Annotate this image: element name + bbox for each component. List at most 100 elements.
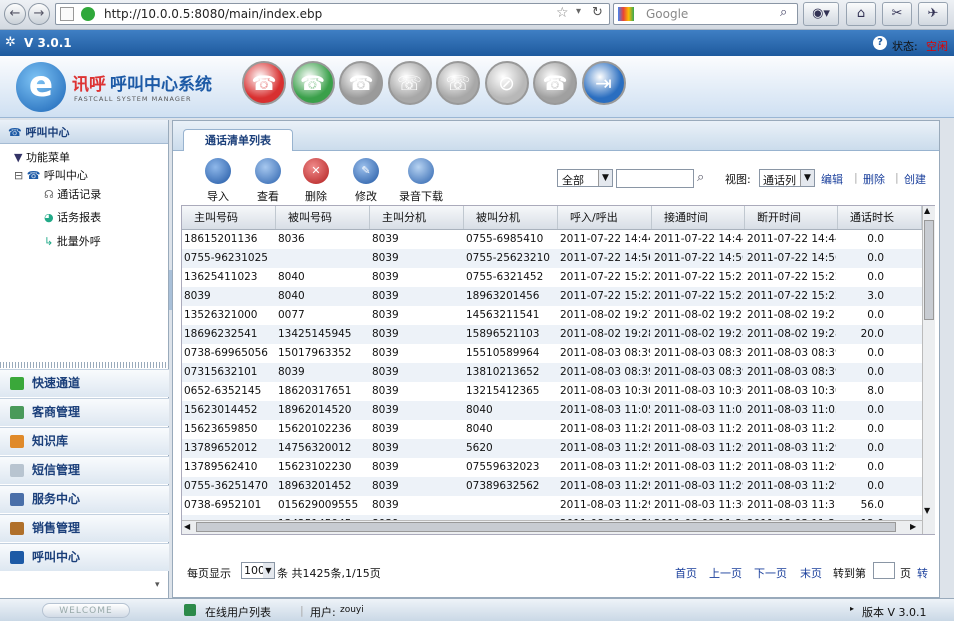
delete-link[interactable]: 删除 [863,171,885,187]
back-button[interactable]: ← [4,3,26,25]
bookmark-star-icon[interactable]: ☆ [556,5,569,21]
search-input[interactable] [616,169,694,188]
table-row[interactable]: 0738-6952101 015629009555 8039 2011-08-03 1… [182,496,922,515]
create-link[interactable]: 创建 [904,171,926,187]
goto-page-input[interactable] [873,562,895,579]
scroll-left-icon[interactable]: ◀ [184,522,190,531]
exit-icon[interactable]: ⇥ [581,61,626,105]
table-cell: 15620102236 [278,423,352,435]
transfer-call-icon[interactable]: ☏ [387,61,432,105]
splitter-handle[interactable] [0,362,169,368]
nav-quick-access[interactable]: 快速通道 [0,369,169,397]
prev-page-link[interactable]: 上一页 [709,565,742,581]
horizontal-scrollbar[interactable]: ◀ ▶ [182,520,922,534]
edit-link[interactable]: 编辑 [821,171,843,187]
edit-button[interactable]: ✎ 修改 [339,158,393,204]
column-header[interactable]: 通话时长 [838,206,922,229]
column-header[interactable]: 主叫分机 [370,206,464,229]
search-field[interactable]: Google ⌕ [613,3,798,25]
table-row[interactable]: 13789652012 14756320012 8039 5620 2011-08-03… [182,439,922,458]
block-call-icon[interactable]: ⊘ [484,61,529,105]
online-users-link[interactable]: 在线用户列表 [205,604,271,620]
nav-call-center[interactable]: 呼叫中心 [0,543,169,571]
dropdown-icon[interactable]: ▾ [576,6,581,17]
first-page-link[interactable]: 首页 [675,565,697,581]
sidebar-more-icon[interactable]: ▾ [155,580,160,590]
forward-button[interactable]: → [28,3,50,25]
column-header[interactable]: 呼入/呼出 [558,206,652,229]
table-row[interactable]: 18696232541 13425145945 8039 15896521103 201… [182,325,922,344]
collapse-icon: ⊟ [14,169,24,182]
tab-call-list[interactable]: 通话清单列表 [183,129,293,151]
search-icon[interactable]: ⌕ [780,5,787,20]
per-page-select[interactable]: 100 ▼ [241,562,275,579]
forward-call-icon[interactable]: ☏ [436,61,480,105]
red-phone-icon[interactable]: ☎ [242,61,286,105]
tree-item-call-report[interactable]: ◕ 话务报表 [44,207,101,229]
scroll-down-icon[interactable]: ▼ [924,506,930,515]
column-header[interactable]: 被叫号码 [276,206,370,229]
table-row[interactable]: 15623659850 15620102236 8039 8040 2011-08-03… [182,420,922,439]
table-row[interactable]: 8039 8040 8039 18963201456 2011-07-22 15:22:… [182,287,922,306]
table-row[interactable]: 0755-36251470 18963201452 8039 07389632562 2… [182,477,922,496]
filter-select[interactable]: 全部 ▼ [557,169,613,187]
import-button[interactable]: 导入 [191,158,245,204]
tools-button[interactable]: ✂ [882,2,912,26]
help-icon[interactable]: ? [873,36,887,50]
table-row[interactable]: 13526321000 0077 8039 14563211541 2011-08-02… [182,306,922,325]
gear-icon[interactable]: ✲ [5,35,16,50]
hold-call-icon[interactable]: ☎ [533,61,577,105]
nav-label: 客商管理 [32,405,81,419]
column-header[interactable]: 断开时间 [745,206,838,229]
table-row[interactable]: 0652-6352145 18620317651 8039 13215412365 20… [182,382,922,401]
green-phone-icon[interactable]: ☎ [290,61,335,105]
search-icon[interactable]: ⌕ [697,170,704,185]
per-page-label: 每页显示 [187,567,231,580]
nav-service-center[interactable]: 服务中心 [0,485,169,513]
next-page-link[interactable]: 下一页 [754,565,787,581]
nav-sales-management[interactable]: 销售管理 [0,514,169,542]
table-cell [278,249,368,268]
table-row[interactable]: 18615201136 8036 8039 0755-6985410 2011-07-2… [182,230,922,249]
column-header[interactable]: 接通时间 [652,206,745,229]
table-cell: 18620317651 [278,385,352,397]
vertical-scrollbar[interactable]: ▲ ▼ [922,206,935,534]
table-row[interactable]: 07315632101 8039 8039 13810213652 2011-08-03… [182,363,922,382]
scroll-up-icon[interactable]: ▲ [924,206,930,215]
table-cell: 0.0 [867,271,884,283]
nav-knowledge-base[interactable]: 知识库 [0,427,169,455]
reload-icon[interactable]: ↻ [592,5,603,20]
tree-item-call-records[interactable]: ☊ 通话记录 [44,184,101,206]
address-bar[interactable]: http://10.0.0.5:8080/main/index.ebp ☆ ▾ … [55,3,610,25]
table-row[interactable]: 15623014452 18962014520 8039 8040 2011-08-03… [182,401,922,420]
view-button[interactable]: 查看 [241,158,295,204]
table-cell: 2011-08-03 11:31:0 [747,499,836,511]
home-button[interactable]: ⌂ [846,2,876,26]
table-cell: 2011-07-22 14:44:1 [560,233,650,245]
logo-icon: e [16,62,66,112]
column-header[interactable]: 主叫号码 [182,206,276,229]
table-cell: 56.0 [860,499,884,511]
addon-button[interactable]: ◉▾ [803,2,839,26]
delete-button[interactable]: ✕ 删除 [289,158,343,204]
chevron-down-icon: ▼ [598,170,612,186]
scroll-right-icon[interactable]: ▶ [910,522,916,531]
table-row[interactable]: 13625411023 8040 8039 0755-6321452 2011-07-2… [182,268,922,287]
nav-sms-management[interactable]: 短信管理 [0,456,169,484]
nav-customer-management[interactable]: 客商管理 [0,398,169,426]
table-row[interactable]: 13789562410 15623102230 8039 07559632023 201… [182,458,922,477]
menu-button[interactable]: ✈ [918,2,948,26]
scroll-thumb[interactable] [924,220,934,320]
table-cell: 13625411023 [184,271,258,283]
last-page-link[interactable]: 末页 [800,565,822,581]
table-row[interactable]: 0755-96231025 8039 0755-25623210 2011-07-22… [182,249,922,268]
column-header[interactable]: 被叫分机 [464,206,558,229]
table-row[interactable]: 0738-69965056 15017963352 8039 15510589964 2… [182,344,922,363]
view-select[interactable]: 通话列 ▼ [759,169,815,187]
gray-phone-icon[interactable]: ☎ [339,61,383,105]
tree-item-batch-call[interactable]: ↳ 批量外呼 [44,231,101,253]
download-recording-button[interactable]: 录音下载 [391,158,451,204]
go-button[interactable]: 转 [917,565,928,581]
scroll-thumb-h[interactable] [196,522,896,532]
logo-subtitle: FASTCALL SYSTEM MANAGER [74,95,192,103]
